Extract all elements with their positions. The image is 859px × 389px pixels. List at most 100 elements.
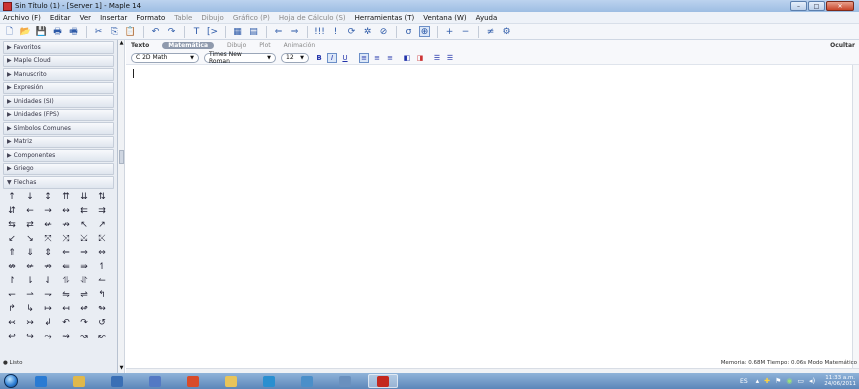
arrow-symbol[interactable]: ⇎: [3, 261, 21, 274]
arrow-symbol[interactable]: ↱: [3, 303, 21, 316]
arrow-symbol[interactable]: ⇌: [75, 289, 93, 302]
arrow-symbol[interactable]: ⇆: [3, 219, 21, 232]
arrow-symbol[interactable]: ↘: [21, 233, 39, 246]
arrow-symbol[interactable]: ↖: [75, 219, 93, 232]
scroll-thumb[interactable]: [119, 150, 124, 164]
arrow-symbol[interactable]: ⇐: [57, 247, 75, 260]
properties-button[interactable]: ⚙: [501, 26, 512, 37]
arrow-symbol[interactable]: ↰: [93, 289, 111, 302]
arrow-symbol[interactable]: ↾: [3, 275, 21, 288]
arrow-symbol[interactable]: ⇋: [57, 289, 75, 302]
arrow-symbol[interactable]: ⇉: [93, 205, 111, 218]
taskbar-network-button[interactable]: [254, 374, 284, 388]
menu-item[interactable]: Table: [174, 14, 192, 22]
arrow-symbol[interactable]: ⇛: [75, 261, 93, 274]
stop-button[interactable]: ⊘: [378, 26, 389, 37]
arrow-symbol[interactable]: ↷: [75, 317, 93, 330]
menu-item[interactable]: Archivo (F): [3, 14, 41, 22]
taskbar-maple-button[interactable]: [368, 374, 398, 388]
arrow-symbol[interactable]: ↣: [21, 317, 39, 330]
align-right-icon[interactable]: ≡: [385, 53, 395, 63]
arrow-symbol[interactable]: ↼: [93, 275, 111, 288]
taskbar-media-button[interactable]: [102, 374, 132, 388]
arrow-symbol[interactable]: ⇇: [75, 205, 93, 218]
font-select[interactable]: Times New Roman ▼: [204, 51, 276, 65]
insert-table-button[interactable]: ▦: [232, 26, 243, 37]
paste-button[interactable]: 📋: [125, 26, 136, 37]
menu-item[interactable]: Ver: [80, 14, 91, 22]
menu-item[interactable]: Editar: [50, 14, 71, 22]
zoom-in-button[interactable]: +: [444, 26, 455, 37]
palette-header[interactable]: ▶ Griego: [3, 162, 114, 175]
arrow-symbol[interactable]: ↔: [57, 205, 75, 218]
arrow-symbol[interactable]: →: [39, 205, 57, 218]
save-button[interactable]: 💾: [36, 26, 47, 37]
arrow-symbol[interactable]: ↳: [21, 303, 39, 316]
arrow-symbol[interactable]: ↶: [57, 317, 75, 330]
palette-header[interactable]: ▶ Componentes: [3, 149, 114, 162]
palette-header[interactable]: ▶ Unidades (FPS): [3, 108, 114, 121]
palette-header[interactable]: ▶ Símbolos Comunes: [3, 122, 114, 135]
taskbar-ie-button[interactable]: [26, 374, 56, 388]
highlight-color-icon[interactable]: ◨: [415, 53, 425, 63]
back-button[interactable]: ⇐: [273, 26, 284, 37]
arrow-symbol[interactable]: ↗: [93, 219, 111, 232]
cut-button[interactable]: ✂: [93, 26, 104, 37]
arrow-symbol[interactable]: ↿: [93, 261, 111, 274]
arrow-symbol[interactable]: ↦: [39, 303, 57, 316]
arrow-symbol[interactable]: ⇃: [39, 275, 57, 288]
arrow-symbol[interactable]: ⇕: [39, 247, 57, 260]
mode-tab[interactable]: Plot: [259, 42, 270, 49]
debug-button[interactable]: ✲: [362, 26, 373, 37]
palette-header[interactable]: ▶ Maple Cloud: [3, 54, 114, 67]
palettes-scrollbar[interactable]: ▲ ▼: [118, 40, 125, 373]
arrow-symbol[interactable]: ⤨: [57, 233, 75, 246]
arrow-symbol[interactable]: ⇒: [75, 247, 93, 260]
menu-item[interactable]: Herramientas (T): [355, 14, 415, 22]
mode-tab[interactable]: Texto: [131, 42, 149, 49]
undo-button[interactable]: ↶: [150, 26, 161, 37]
text-color-icon[interactable]: ◧: [402, 53, 412, 63]
scroll-up-icon[interactable]: ▲: [118, 40, 125, 48]
arrow-symbol[interactable]: ←: [21, 205, 39, 218]
arrow-symbol[interactable]: ↽: [3, 289, 21, 302]
format-button[interactable]: ≠: [485, 26, 496, 37]
maple-app-icon[interactable]: [3, 1, 12, 11]
arrow-symbol[interactable]: ↺: [93, 317, 111, 330]
palette-header[interactable]: ▶ Matriz: [3, 135, 114, 148]
new-document-button[interactable]: 🗋: [4, 26, 15, 37]
worksheet-scrollbar[interactable]: [852, 65, 859, 368]
italic-button[interactable]: I: [327, 52, 337, 63]
arrow-symbol[interactable]: ⤳: [39, 331, 57, 344]
title-bar[interactable]: Sin Título (1) - [Server 1] - Maple 14 –…: [0, 0, 859, 12]
arrow-symbol[interactable]: ↚: [39, 219, 57, 232]
arrow-symbol[interactable]: ⥮: [57, 275, 75, 288]
taskbar-paint-button[interactable]: [292, 374, 322, 388]
arrow-symbol[interactable]: ⇑: [3, 247, 21, 260]
menu-item[interactable]: Insertar: [100, 14, 127, 22]
mode-tab[interactable]: Animación: [284, 42, 316, 49]
arrow-symbol[interactable]: ⇈: [57, 191, 75, 204]
arrow-symbol[interactable]: ⇁: [39, 289, 57, 302]
arrow-symbol[interactable]: ↲: [39, 317, 57, 330]
menu-item[interactable]: Gráfico (P): [233, 14, 270, 22]
forward-button[interactable]: ⇒: [289, 26, 300, 37]
restart-button[interactable]: ⟳: [346, 26, 357, 37]
arrow-symbol[interactable]: ↤: [57, 303, 75, 316]
close-button[interactable]: ✕: [826, 1, 854, 11]
style-select[interactable]: C 2D Math ▼: [131, 52, 199, 63]
arrow-symbol[interactable]: ⇊: [75, 191, 93, 204]
arrow-symbol[interactable]: ⤪: [93, 233, 111, 246]
maximize-button[interactable]: □: [808, 1, 825, 11]
taskbar-explorer-button[interactable]: [64, 374, 94, 388]
arrow-symbol[interactable]: ⤧: [39, 233, 57, 246]
palette-header[interactable]: ▶ Manuscrito: [3, 68, 114, 81]
copy-button[interactable]: ⎘: [109, 26, 120, 37]
align-center-icon[interactable]: ≡: [372, 53, 382, 63]
redo-button[interactable]: ↷: [166, 26, 177, 37]
arrow-symbol[interactable]: ⇀: [21, 289, 39, 302]
zoom-button[interactable]: ⊕: [419, 26, 430, 37]
volume-icon[interactable]: ◂): [809, 377, 815, 385]
arrow-symbol[interactable]: ↑: [3, 191, 21, 204]
underline-button[interactable]: U: [340, 53, 350, 63]
